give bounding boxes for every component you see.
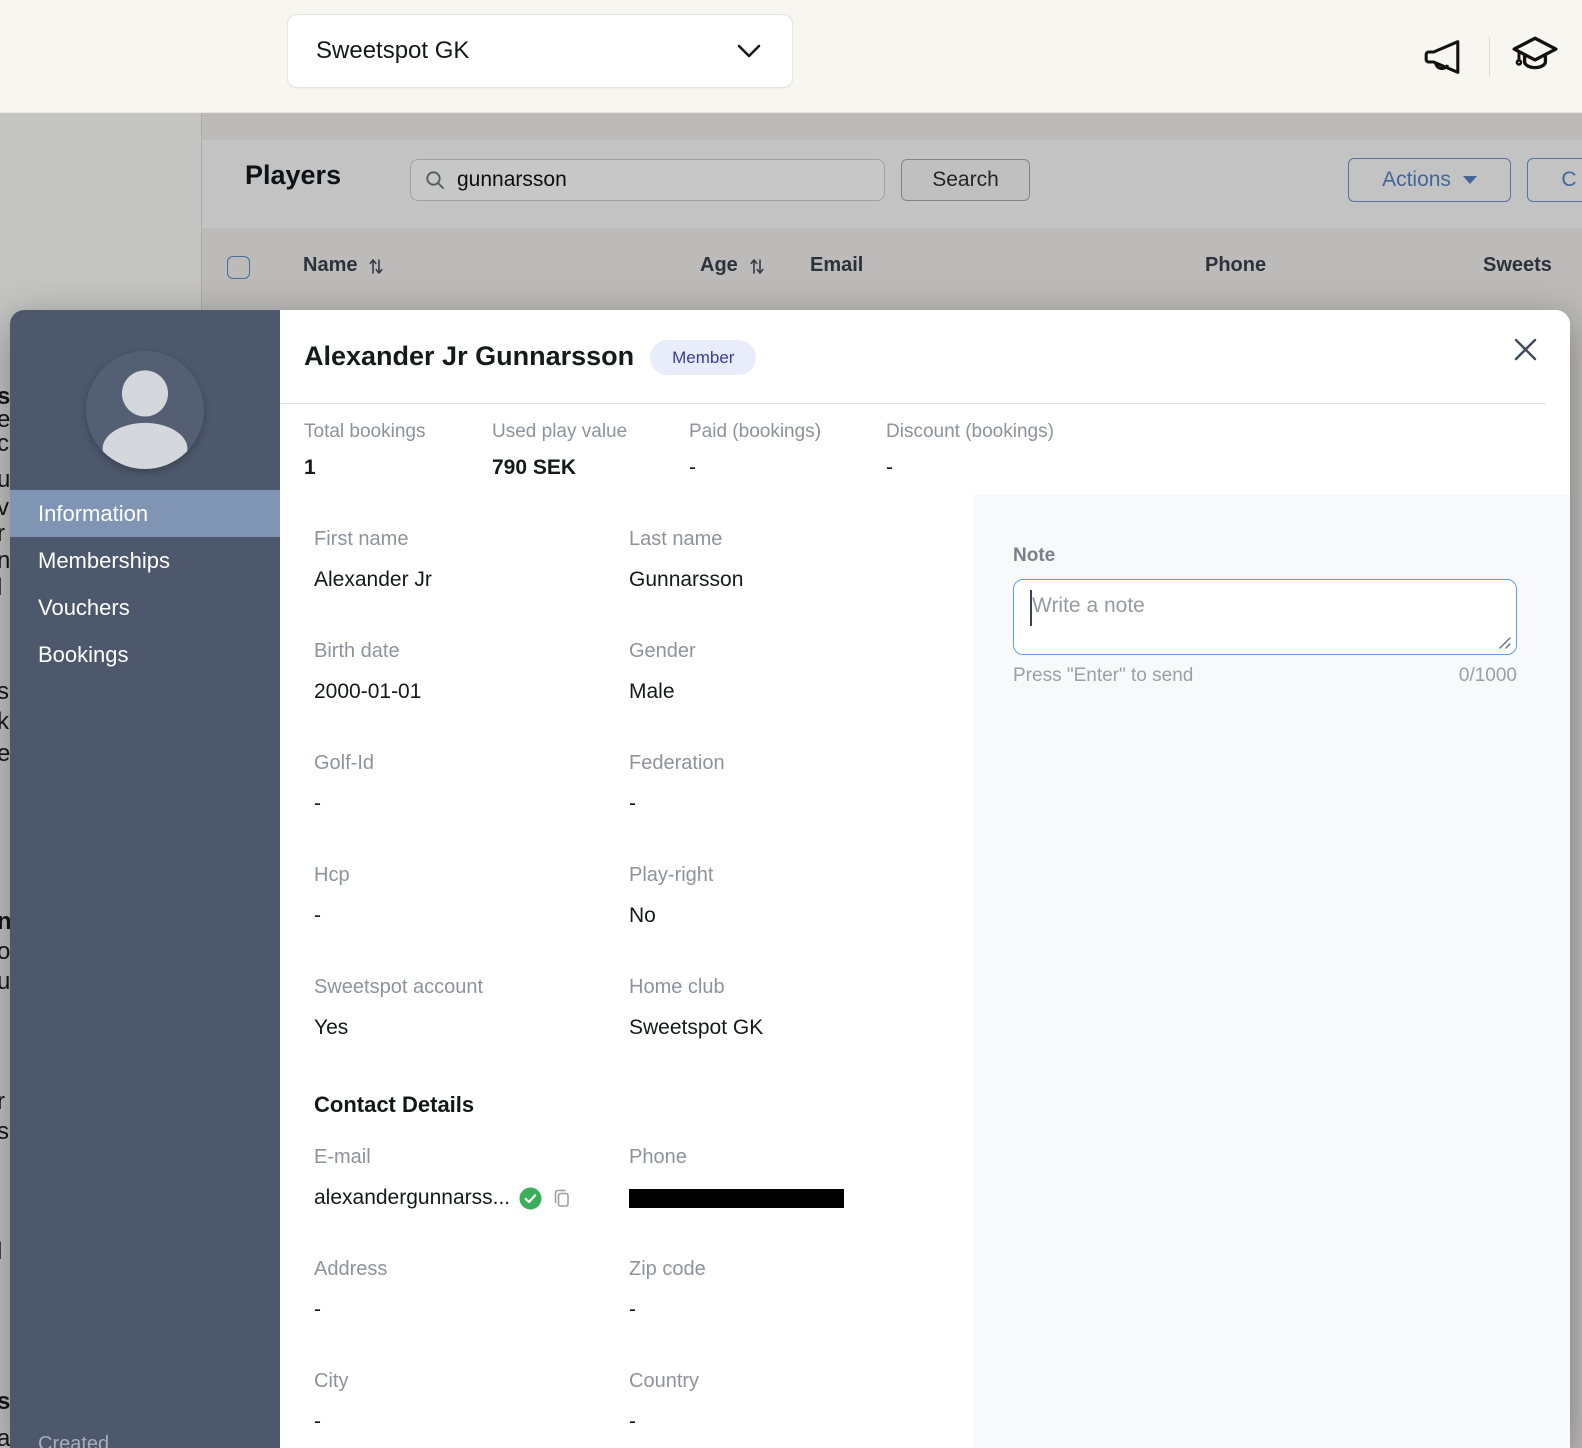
announcements-button[interactable] (1417, 30, 1471, 84)
note-box (1013, 579, 1517, 655)
topbar: Sweetspot GK (0, 0, 1582, 113)
verified-check-icon (519, 1187, 542, 1210)
information-pane: First name Alexander Jr Last name Gunnar… (280, 495, 973, 1448)
tab-memberships[interactable]: Memberships (10, 537, 280, 584)
stats-row: Total bookings 1 Used play value 790 SEK… (280, 404, 1570, 495)
note-counter: 0/1000 (1459, 665, 1517, 687)
field-zip-code: Zip code - (629, 1257, 973, 1323)
club-selector[interactable]: Sweetspot GK (287, 14, 793, 88)
field-hcp: Hcp - (314, 863, 629, 929)
close-button[interactable] (1508, 332, 1542, 366)
field-home-club: Home club Sweetspot GK (629, 975, 973, 1041)
redacted-phone-value (629, 1189, 844, 1208)
field-birth-date: Birth date 2000-01-01 (314, 639, 629, 705)
created-label: Created (38, 1433, 109, 1448)
note-textarea[interactable] (1013, 579, 1517, 655)
topbar-divider (1489, 37, 1490, 77)
stat-total-bookings: Total bookings 1 (304, 420, 492, 481)
field-sweetspot-account: Sweetspot account Yes (314, 975, 629, 1041)
copy-icon[interactable] (551, 1187, 572, 1210)
text-cursor (1030, 590, 1032, 626)
field-federation: Federation - (629, 751, 973, 817)
avatar (86, 351, 204, 469)
field-first-name: First name Alexander Jr (314, 527, 629, 593)
field-golf-id: Golf-Id - (314, 751, 629, 817)
tab-information[interactable]: Information (10, 490, 280, 537)
close-icon (1512, 336, 1539, 363)
field-play-right: Play-right No (629, 863, 973, 929)
modal-header: Alexander Jr Gunnarsson Member (280, 310, 1570, 403)
modal-main: Alexander Jr Gunnarsson Member Total boo… (280, 310, 1570, 1448)
note-meta: Press "Enter" to send 0/1000 (1013, 665, 1517, 687)
field-last-name: Last name Gunnarsson (629, 527, 973, 593)
app-root: Sweetspot GK (0, 0, 1582, 1448)
modal-nav: Information Memberships Vouchers Booking… (10, 490, 280, 678)
graduation-cap-icon (1510, 32, 1560, 82)
field-email: E-mail alexandergunnarss... (314, 1145, 629, 1211)
field-address: Address - (314, 1257, 629, 1323)
topbar-icons (1417, 0, 1562, 113)
player-detail-modal: Information Memberships Vouchers Booking… (10, 310, 1570, 1448)
academy-button[interactable] (1508, 30, 1562, 84)
field-gender: Gender Male (629, 639, 973, 705)
contact-details-heading: Contact Details (314, 1091, 973, 1119)
stat-paid-bookings: Paid (bookings) - (689, 420, 886, 481)
megaphone-icon (1421, 34, 1467, 80)
note-label: Note (1013, 545, 1517, 567)
field-phone: Phone (629, 1145, 973, 1211)
note-pane: Note Press "Enter" to send 0/1000 (973, 495, 1570, 1448)
member-badge: Member (650, 340, 756, 375)
stat-discount-bookings: Discount (bookings) - (886, 420, 1054, 481)
email-value: alexandergunnarss... (314, 1185, 510, 1211)
modal-sidebar: Information Memberships Vouchers Booking… (10, 310, 280, 1448)
chevron-down-icon (736, 43, 762, 59)
field-country: Country - (629, 1369, 973, 1435)
note-hint: Press "Enter" to send (1013, 665, 1193, 687)
tab-bookings[interactable]: Bookings (10, 631, 280, 678)
person-icon (86, 351, 204, 469)
player-name-title: Alexander Jr Gunnarsson (304, 337, 634, 375)
field-city: City - (314, 1369, 629, 1435)
club-selector-value: Sweetspot GK (316, 37, 469, 65)
modal-body: First name Alexander Jr Last name Gunnar… (280, 495, 1570, 1448)
tab-vouchers[interactable]: Vouchers (10, 584, 280, 631)
stat-used-play-value: Used play value 790 SEK (492, 420, 689, 481)
